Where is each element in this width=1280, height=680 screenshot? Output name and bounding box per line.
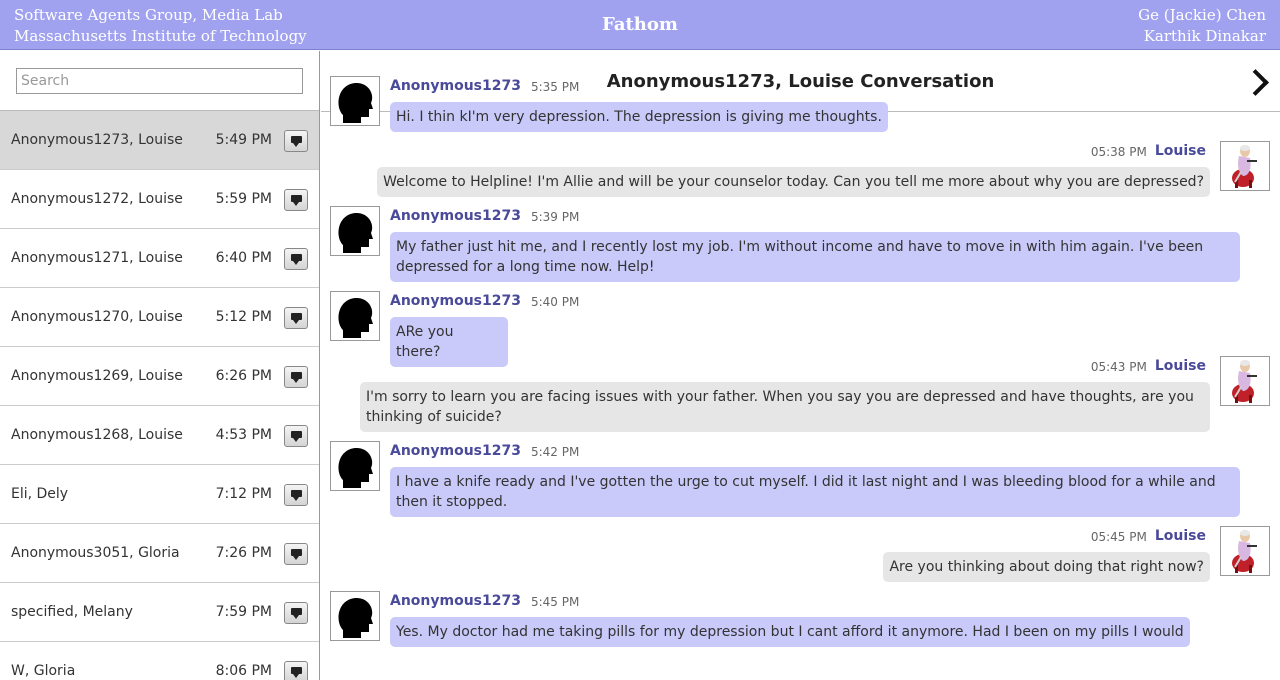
- conversation-list-item[interactable]: Anonymous1272, Louise 5:59 PM: [0, 170, 319, 229]
- conversation-time: 5:12 PM: [215, 309, 272, 325]
- conversation-name: Anonymous1273, Louise: [11, 132, 183, 148]
- chat-bubble-icon[interactable]: [284, 248, 308, 270]
- conversation-list-item[interactable]: Anonymous1273, Louise 5:49 PM: [0, 111, 319, 170]
- conversation-time: 7:26 PM: [215, 545, 272, 561]
- message-sender: Anonymous1273: [390, 293, 521, 309]
- app-title: Fathom: [602, 14, 678, 35]
- conversation-panel: Anonymous1273, Louise Conversation Anony…: [321, 51, 1280, 680]
- message-time: 5:45 PM: [530, 595, 580, 609]
- author-line-1: Ge (Jackie) Chen: [1138, 6, 1266, 24]
- message-bubble: Yes. My doctor had me taking pills for m…: [390, 617, 1190, 647]
- user-avatar: [330, 441, 380, 491]
- chat-bubble-icon[interactable]: [284, 130, 308, 152]
- conversation-list-item[interactable]: Anonymous1268, Louise 4:53 PM: [0, 406, 319, 465]
- message-time: 05:45 PM: [1090, 530, 1147, 544]
- conversation-time: 5:49 PM: [215, 132, 272, 148]
- conversation-time: 7:12 PM: [215, 486, 272, 502]
- chat-bubble-icon[interactable]: [284, 425, 308, 447]
- message-sender: Anonymous1273: [390, 78, 521, 94]
- conversation-sidebar: Anonymous1273, Louise5:49 PMAnonymous127…: [0, 51, 320, 680]
- search-input[interactable]: [16, 68, 303, 94]
- conversation-list-item[interactable]: Anonymous3051, Gloria 7:26 PM: [0, 524, 319, 583]
- conversation-name: Eli, Dely: [11, 486, 69, 502]
- conversation-name: W, Gloria: [11, 663, 76, 679]
- conversation-name: Anonymous1272, Louise: [11, 191, 183, 207]
- chat-bubble-icon[interactable]: [284, 366, 308, 388]
- conversation-list-item[interactable]: Anonymous1269, Louise 6:26 PM: [0, 347, 319, 406]
- conversation-name: Anonymous1270, Louise: [11, 309, 183, 325]
- message-time: 05:38 PM: [1090, 145, 1147, 159]
- author-line-2: Karthik Dinakar: [1143, 27, 1266, 45]
- conversation-list-item[interactable]: Eli, Dely 7:12 PM: [0, 465, 319, 524]
- search-bar: [0, 51, 319, 111]
- message-bubble: I have a knife ready and I've gotten the…: [390, 467, 1240, 517]
- chat-bubble-icon[interactable]: [284, 661, 308, 680]
- conversation-list-item[interactable]: Anonymous1270, Louise 5:12 PM: [0, 288, 319, 347]
- message-sender: Louise: [1154, 358, 1206, 374]
- conversation-list-item[interactable]: Anonymous1271, Louise 6:40 PM: [0, 229, 319, 288]
- conversation-time: 6:26 PM: [215, 368, 272, 384]
- message-bubble: ARe you there?: [390, 317, 508, 367]
- counselor-avatar: [1220, 356, 1270, 406]
- user-avatar: [330, 591, 380, 641]
- message-sender: Louise: [1154, 528, 1206, 544]
- message-sender: Louise: [1154, 143, 1206, 159]
- app-header: Software Agents Group, Media Lab Massach…: [0, 0, 1280, 50]
- conversation-time: 7:59 PM: [215, 604, 272, 620]
- chat-bubble-icon[interactable]: [284, 543, 308, 565]
- conversation-name: specified, Melany: [11, 604, 133, 620]
- conversation-name: Anonymous3051, Gloria: [11, 545, 180, 561]
- counselor-avatar: [1220, 526, 1270, 576]
- message-time: 5:35 PM: [530, 80, 580, 94]
- user-avatar: [330, 206, 380, 256]
- counselor-avatar: [1220, 141, 1270, 191]
- conversation-name: Anonymous1271, Louise: [11, 250, 183, 266]
- chat-bubble-icon[interactable]: [284, 484, 308, 506]
- conversation-time: 6:40 PM: [215, 250, 272, 266]
- conversation-time: 4:53 PM: [215, 427, 272, 443]
- user-avatar: [330, 76, 380, 126]
- message-time: 5:40 PM: [530, 295, 580, 309]
- message-bubble: Are you thinking about doing that right …: [883, 552, 1210, 582]
- user-avatar: [330, 291, 380, 341]
- conversation-name: Anonymous1268, Louise: [11, 427, 183, 443]
- message-time: 05:43 PM: [1090, 360, 1147, 374]
- message-time: 5:39 PM: [530, 210, 580, 224]
- message-time: 5:42 PM: [530, 445, 580, 459]
- conversation-time: 8:06 PM: [215, 663, 272, 679]
- message-sender: Anonymous1273: [390, 443, 521, 459]
- chat-bubble-icon[interactable]: [284, 602, 308, 624]
- conversation-list-item[interactable]: specified, Melany 7:59 PM: [0, 583, 319, 642]
- conversation-name: Anonymous1269, Louise: [11, 368, 183, 384]
- message-bubble: I'm sorry to learn you are facing issues…: [360, 382, 1210, 432]
- chevron-right-icon[interactable]: [1244, 67, 1264, 97]
- message-bubble: Hi. I thin kI'm very depression. The dep…: [390, 102, 888, 132]
- message-sender: Anonymous1273: [390, 593, 521, 609]
- chat-bubble-icon[interactable]: [284, 307, 308, 329]
- conversation-list-item[interactable]: W, Gloria 8:06 PM: [0, 642, 319, 680]
- conversation-list: Anonymous1273, Louise 5:49 PM Anonymous127…: [0, 111, 319, 680]
- message-bubble: My father just hit me, and I recently lo…: [390, 232, 1240, 282]
- message-bubble: Welcome to Helpline! I'm Allie and will …: [377, 167, 1210, 197]
- chat-bubble-icon[interactable]: [284, 189, 308, 211]
- conversation-time: 5:59 PM: [215, 191, 272, 207]
- message-sender: Anonymous1273: [390, 208, 521, 224]
- author-credit: Ge (Jackie) Chen Karthik Dinakar: [1138, 5, 1266, 47]
